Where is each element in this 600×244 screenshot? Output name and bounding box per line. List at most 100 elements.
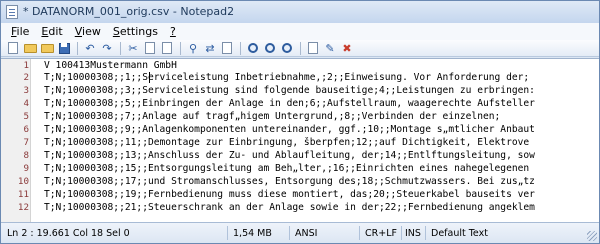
line-text: T;N;10000308;;15;;Entsorgungsleitung am … [44,163,530,174]
line-text: T;N;10000308;;3;;Serviceleistung sind fo… [44,85,535,96]
replace-button[interactable]: ⇄ [202,41,218,55]
exit-button[interactable]: ✖ [339,41,355,55]
zoom-out-button[interactable] [262,41,278,55]
line-text: T;N;10000308;;13;;Anschluss der Zu- und … [44,150,535,161]
cut-icon: ✂ [128,41,138,55]
toolbar-separator [77,41,78,55]
find-button[interactable]: ⚲ [185,41,201,55]
goto-icon [222,42,232,54]
line-number: 12 [17,202,29,213]
zoom-out-icon [265,43,275,53]
toolbar-separator [120,41,121,55]
open-file-button[interactable] [22,41,38,55]
line-number: 2 [23,72,29,83]
paste-icon [162,42,172,54]
line-number: 6 [23,124,29,135]
status-divider [401,226,402,240]
menu-view[interactable]: View [69,25,107,38]
text-caret [149,72,150,83]
status-divider [227,226,228,240]
cut-button[interactable]: ✂ [125,41,141,55]
redo-button[interactable]: ↷ [99,41,115,55]
goto-button[interactable] [219,41,235,55]
editor-line: 4 T;N;10000308;;5;;Einbringen der Anlage … [1,98,599,109]
line-number: 4 [23,98,29,109]
scheme-button[interactable] [279,41,295,55]
binoculars-icon: ⚲ [188,41,198,55]
line-text: V 100413Mustermann GmbH [44,60,177,71]
zoom-in-icon [248,43,258,53]
line-number: 1 [23,60,29,71]
editor-line: 11 T;N;10000308;;19;;Fernbedienung muss d… [1,189,599,200]
toolbar-separator [180,41,181,55]
editor-line: 8 T;N;10000308;;13;;Anschluss der Zu- und… [1,150,599,161]
save-disk-icon [58,42,70,54]
line-number: 10 [17,176,29,187]
undo-button[interactable]: ↶ [82,41,98,55]
editor-line: 3 T;N;10000308;;3;;Serviceleistung sind f… [1,85,599,96]
zoom-in-button[interactable] [245,41,261,55]
notepad-app-icon[interactable] [6,5,18,19]
line-text: T;N;10000308;;7;;Anlage auf tragf„higem … [44,111,501,122]
status-divider [359,226,360,240]
line-number: 9 [23,163,29,174]
line-number: 3 [23,85,29,96]
save-button[interactable] [56,41,72,55]
status-divider [289,226,290,240]
replace-icon: ⇄ [205,41,215,55]
editor-line: 2 T;N;10000308;;1;;Serviceleistung Inbetr… [1,72,599,83]
editor-line: 5 T;N;10000308;;7;;Anlage auf tragf„higem… [1,111,599,122]
line-text: T;N;10000308;;19;;Fernbedienung muss die… [44,189,535,200]
text-editor[interactable]: 1 V 100413Mustermann GmbH 2 T;N;10000308;;… [1,58,599,222]
status-position: Ln 2 : 19.661 Col 18 Sel 0 [7,228,130,239]
copy-icon [145,42,155,54]
line-number: 5 [23,111,29,122]
editor-line: 7 T;N;10000308;;11;;Demontage zur Einbrin… [1,137,599,148]
line-number: 7 [23,137,29,148]
undo-icon: ↶ [85,41,95,55]
editor-line: 10 T;N;10000308;;17;;und Stromanschlusses… [1,176,599,187]
notepad2-window: * DATANORM_001_orig.csv - Notepad2 File … [0,0,600,244]
menu-edit[interactable]: Edit [35,25,68,38]
customize-button[interactable]: ✎ [322,41,338,55]
browse-folder-icon [40,43,54,53]
line-text: T;N;10000308;;17;;und Stromanschlusses, … [44,176,535,187]
title-bar[interactable]: * DATANORM_001_orig.csv - Notepad2 [1,1,599,23]
resize-grip[interactable] [587,231,597,241]
status-divider [425,226,426,240]
line-text: T;N;10000308;;5;;Einbringen der Anlage i… [44,98,535,109]
copy-button[interactable] [142,41,158,55]
line-text: T;N;10000308;;21;;Steuerschrank an der A… [44,202,535,213]
customize-icon: ✎ [325,41,335,55]
toolbar-separator [300,41,301,55]
redo-icon: ↷ [102,41,112,55]
toolbar: ↶ ↷ ✂ ⚲ ⇄ ✎ ✖ [1,40,599,57]
word-wrap-button[interactable] [305,41,321,55]
line-number: 11 [17,189,29,200]
window-title: * DATANORM_001_orig.csv - Notepad2 [23,5,235,18]
line-number: 8 [23,150,29,161]
toolbar-separator [240,41,241,55]
status-scheme[interactable]: Default Text [431,228,488,239]
paste-button[interactable] [159,41,175,55]
menu-settings[interactable]: Settings [107,25,164,38]
line-text: T;N;10000308;;1;;Serviceleistung Inbetri… [44,72,530,83]
exit-icon: ✖ [342,41,352,55]
line-text: T;N;10000308;;11;;Demontage zur Einbring… [44,137,530,148]
status-bar: Ln 2 : 19.661 Col 18 Sel 0 1,54 MB ANSI … [1,222,599,243]
menu-bar: File Edit View Settings ? [1,23,599,40]
status-line-endings[interactable]: CR+LF [365,228,397,239]
status-file-size: 1,54 MB [233,228,272,239]
editor-line: 9 T;N;10000308;;15;;Entsorgungsleitung am… [1,163,599,174]
status-encoding[interactable]: ANSI [295,228,317,239]
line-text: T;N;10000308;;9;;Anlagenkomponenten unte… [44,124,535,135]
new-file-button[interactable] [5,41,21,55]
scheme-icon [282,43,292,53]
editor-line: 6 T;N;10000308;;9;;Anlagenkomponenten unt… [1,124,599,135]
menu-file[interactable]: File [5,25,35,38]
editor-line: 1 V 100413Mustermann GmbH [1,60,599,71]
browse-button[interactable] [39,41,55,55]
status-insert-mode[interactable]: INS [405,228,421,239]
menu-help[interactable]: ? [164,25,182,38]
word-wrap-icon [308,42,318,54]
